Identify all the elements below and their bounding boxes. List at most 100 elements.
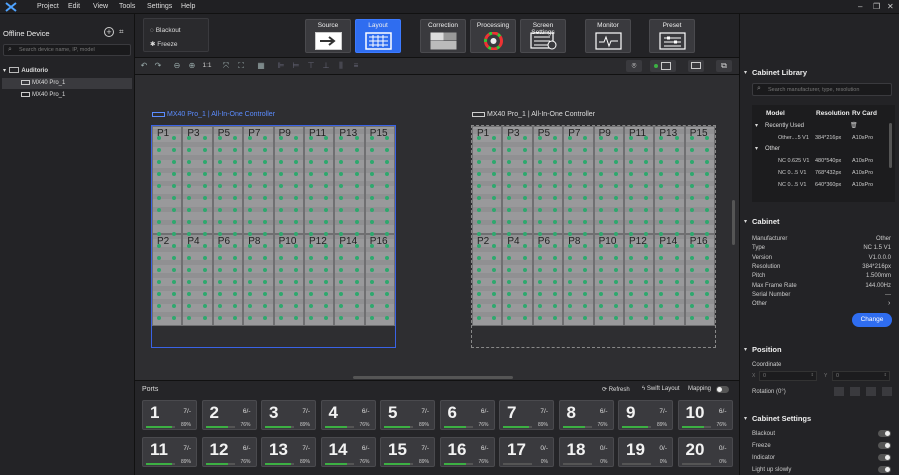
port-card-8[interactable]: 8 6/- 76%	[558, 400, 614, 430]
chevron-down-icon[interactable]: ▾	[3, 68, 6, 74]
cabinet-group-p1[interactable]: P1	[152, 126, 183, 234]
cabinet-group-p3[interactable]: P3	[502, 126, 533, 234]
library-row[interactable]: NC 0...5 V1 640*360px A10sPro	[752, 180, 887, 190]
redo-icon[interactable]: ↷	[153, 61, 163, 71]
processing-button[interactable]: Processing	[470, 19, 516, 53]
swift-layout-button[interactable]: ϟ Swift Layout	[642, 386, 680, 392]
cabinet-group-p9[interactable]: P9	[273, 126, 304, 234]
cabinet-group-p5[interactable]: P5	[212, 126, 244, 234]
undo-icon[interactable]: ↶	[139, 61, 149, 71]
cabinet-group-p13[interactable]: P13	[654, 126, 685, 234]
view-toggle-button[interactable]	[650, 60, 676, 72]
distribute-v-icon[interactable]: ≡	[351, 61, 361, 71]
setting-toggle[interactable]	[878, 454, 891, 461]
vertical-scrollbar[interactable]	[732, 200, 735, 245]
tree-item[interactable]: MX40 Pro_1	[2, 90, 132, 101]
zoom-in-icon[interactable]: ⊕	[187, 61, 197, 71]
source-button[interactable]: Source	[305, 19, 351, 53]
preset-button[interactable]: Preset	[649, 19, 695, 53]
port-card-14[interactable]: 14 6/- 76%	[320, 437, 376, 467]
monitor-button[interactable]: Monitor	[585, 19, 631, 53]
library-row[interactable]: NC 0.625 V1 480*540px A10sPro	[752, 156, 887, 166]
setting-toggle[interactable]	[878, 442, 891, 449]
layers-icon[interactable]: ⧉	[716, 60, 732, 72]
port-card-16[interactable]: 16 6/- 76%	[439, 437, 495, 467]
change-button[interactable]: Change	[852, 313, 892, 327]
fit-icon[interactable]: ⤧	[221, 61, 231, 71]
cabinet-group-p10[interactable]: P10	[273, 234, 304, 326]
chevron-down-icon[interactable]: ▾	[744, 415, 747, 422]
minimize-button[interactable]: –	[858, 2, 862, 12]
refresh-button[interactable]: ⟳ Refresh	[602, 386, 630, 393]
cabinet-group-p5[interactable]: P5	[532, 126, 564, 234]
chevron-down-icon[interactable]: ▾	[755, 122, 758, 129]
library-scrollbar[interactable]	[889, 123, 892, 168]
freeze-toggle[interactable]: ✱ Freeze	[150, 40, 178, 48]
rotate-270-icon[interactable]	[882, 387, 892, 396]
cabinet-group-p1[interactable]: P1	[472, 126, 503, 234]
port-card-7[interactable]: 7 7/- 89%	[499, 400, 554, 430]
group-other[interactable]: Other	[765, 146, 780, 152]
zoom-1to1-button[interactable]: 1:1	[201, 61, 213, 71]
cabinet-group-p9[interactable]: P9	[593, 126, 624, 234]
port-card-17[interactable]: 17 0/- 0%	[499, 437, 554, 467]
rotate-180-icon[interactable]	[866, 387, 876, 396]
maximize-button[interactable]: ❐	[873, 2, 880, 12]
screen-2[interactable]: P1 P3 P5 P7 P9 P11 P13 P15 P2 P4 P6 P8 P10 P12 P14 P16	[472, 126, 715, 326]
layout-canvas[interactable]: MX40 Pro_1 | All-In-One Controller MX40 …	[135, 75, 739, 380]
menu-settings[interactable]: Settings	[147, 3, 172, 10]
horizontal-scrollbar[interactable]	[353, 376, 513, 379]
device-search-input[interactable]: ⌕ Search device name, IP, model	[3, 44, 131, 56]
menu-project[interactable]: Project	[37, 3, 59, 10]
screen-settings-button[interactable]: Screen Settings	[520, 19, 566, 53]
align-middle-icon[interactable]: ⊥	[321, 61, 331, 71]
port-card-15[interactable]: 15 7/- 89%	[380, 437, 435, 467]
align-top-icon[interactable]: ⊤	[306, 61, 316, 71]
tree-root[interactable]: ▾ Auditorio	[3, 67, 48, 74]
menu-help[interactable]: Help	[181, 3, 195, 10]
rotate-90-icon[interactable]	[850, 387, 860, 396]
chevron-down-icon[interactable]: ▾	[755, 145, 758, 152]
cabinet-group-p15[interactable]: P15	[684, 126, 715, 234]
cabinet-group-p11[interactable]: P11	[304, 126, 335, 234]
cabinet-group-p7[interactable]: P7	[243, 126, 274, 234]
setting-toggle[interactable]	[878, 430, 891, 437]
grid-icon[interactable]: ▦	[256, 61, 266, 71]
port-card-5[interactable]: 5 7/- 89%	[380, 400, 435, 430]
distribute-icon[interactable]: ⫼	[336, 61, 346, 71]
port-card-11[interactable]: 11 7/- 89%	[142, 437, 197, 467]
cabinet-group-p13[interactable]: P13	[334, 126, 365, 234]
menu-view[interactable]: View	[93, 3, 108, 10]
stepper-icon[interactable]: ⇕	[811, 372, 814, 377]
port-card-19[interactable]: 19 0/- 0%	[618, 437, 673, 467]
cabinet-group-p7[interactable]: P7	[563, 126, 594, 234]
x-input[interactable]: 0 ⇕	[759, 371, 817, 381]
fit-screen-icon[interactable]: ⛶	[236, 61, 246, 71]
blackout-toggle[interactable]: ◌ Blackout	[150, 27, 181, 34]
library-row[interactable]: Other....5 V1 384*216px A10sPro	[752, 133, 887, 143]
cabinet-group-p3[interactable]: P3	[182, 126, 213, 234]
port-card-1[interactable]: 1 7/- 89%	[142, 400, 197, 430]
port-card-2[interactable]: 2 6/- 76%	[201, 400, 257, 430]
tree-item-selected[interactable]: MX40 Pro_1	[2, 78, 132, 89]
close-button[interactable]: ✕	[887, 2, 894, 12]
port-card-10[interactable]: 10 6/- 76%	[677, 400, 733, 430]
chevron-down-icon[interactable]: ▾	[744, 69, 747, 76]
screen-view-icon[interactable]	[688, 60, 704, 72]
align-left-icon[interactable]: ⊫	[276, 61, 286, 71]
port-card-18[interactable]: 18 0/- 0%	[558, 437, 614, 467]
delete-icon[interactable]: 🗑	[850, 122, 858, 129]
correction-button[interactable]: Correction	[420, 19, 466, 53]
chevron-down-icon[interactable]: ▾	[744, 346, 747, 353]
add-device-icon[interactable]: +	[104, 27, 114, 37]
chevron-right-icon[interactable]: ›	[888, 300, 890, 307]
rotate-0-icon[interactable]	[834, 387, 844, 396]
port-card-4[interactable]: 4 6/- 76%	[320, 400, 376, 430]
cabinet-group-p15[interactable]: P15	[364, 126, 395, 234]
screen-1[interactable]: P1 P3 P5 P7 P9 P11 P13 P15 P2 P4 P6 P8 P10 P12 P14 P16	[152, 126, 395, 326]
y-input[interactable]: 0 ⇕	[832, 371, 890, 381]
setting-toggle[interactable]	[878, 466, 891, 473]
port-card-6[interactable]: 6 6/- 76%	[439, 400, 495, 430]
port-card-3[interactable]: 3 7/- 89%	[261, 400, 316, 430]
align-center-icon[interactable]: ⊨	[291, 61, 301, 71]
